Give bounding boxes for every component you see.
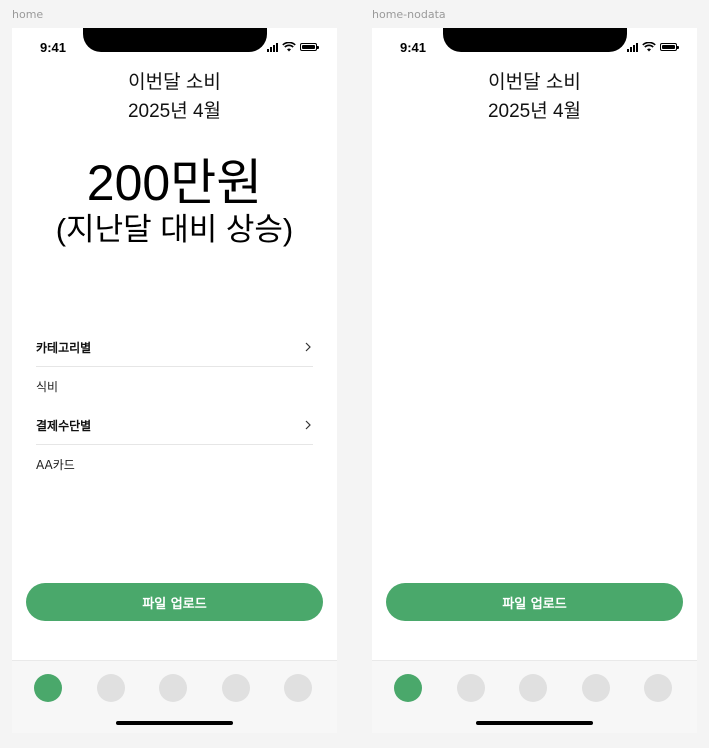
total-amount: 200만원 <box>86 155 263 211</box>
tab-2[interactable] <box>457 674 485 702</box>
status-icons <box>267 41 323 53</box>
tab-2[interactable] <box>97 674 125 702</box>
notch <box>83 28 267 52</box>
payment-method-header-label: 결제수단별 <box>36 418 92 433</box>
category-item: 식비 <box>36 380 59 394</box>
status-icons <box>627 41 683 53</box>
upload-file-button[interactable]: 파일 업로드 <box>26 583 323 621</box>
tab-5[interactable] <box>644 674 672 702</box>
category-header-label: 카테고리별 <box>36 340 92 355</box>
payment-method-item: AA카드 <box>36 458 75 472</box>
wifi-icon <box>282 42 296 52</box>
tab-3[interactable] <box>519 674 547 702</box>
page-header: 이번달 소비 2025년 4월 <box>12 68 337 126</box>
tab-bar <box>12 660 337 733</box>
home-indicator <box>116 721 233 725</box>
cellular-signal-icon <box>627 42 638 52</box>
notch <box>443 28 627 52</box>
tab-bar <box>372 660 697 733</box>
status-time: 9:41 <box>40 40 67 55</box>
home-screen: 9:41 이번달 소비 2025년 4월 200만원 (지난달 대비 상승) 카… <box>12 28 337 733</box>
period-label: 2025년 4월 <box>487 101 582 122</box>
tab-3[interactable] <box>159 674 187 702</box>
comparison-text: (지난달 대비 상승) <box>55 212 294 247</box>
wifi-icon <box>642 42 656 52</box>
chevron-right-icon <box>305 342 311 352</box>
cellular-signal-icon <box>267 42 278 52</box>
page-title: 이번달 소비 <box>128 72 221 93</box>
tab-5[interactable] <box>284 674 312 702</box>
tab-4[interactable] <box>222 674 250 702</box>
home-indicator <box>476 721 593 725</box>
tab-1[interactable] <box>34 674 62 702</box>
tab-4[interactable] <box>582 674 610 702</box>
category-header[interactable]: 카테고리별 <box>36 328 313 367</box>
frame-label-home: home <box>12 8 44 21</box>
upload-file-button[interactable]: 파일 업로드 <box>386 583 683 621</box>
battery-icon <box>300 43 319 51</box>
battery-icon <box>660 43 679 51</box>
tab-1[interactable] <box>394 674 422 702</box>
home-nodata-screen: 9:41 이번달 소비 2025년 4월 파일 업로드 <box>372 28 697 733</box>
page-header: 이번달 소비 2025년 4월 <box>372 68 697 126</box>
chevron-right-icon <box>305 420 311 430</box>
frame-label-home-nodata: home-nodata <box>372 8 446 21</box>
spending-breakdown: 카테고리별 식비 결제수단별 AA카드 <box>36 328 313 484</box>
status-time: 9:41 <box>400 40 427 55</box>
period-label: 2025년 4월 <box>127 101 222 122</box>
page-title: 이번달 소비 <box>488 72 581 93</box>
payment-method-header[interactable]: 결제수단별 <box>36 406 313 445</box>
